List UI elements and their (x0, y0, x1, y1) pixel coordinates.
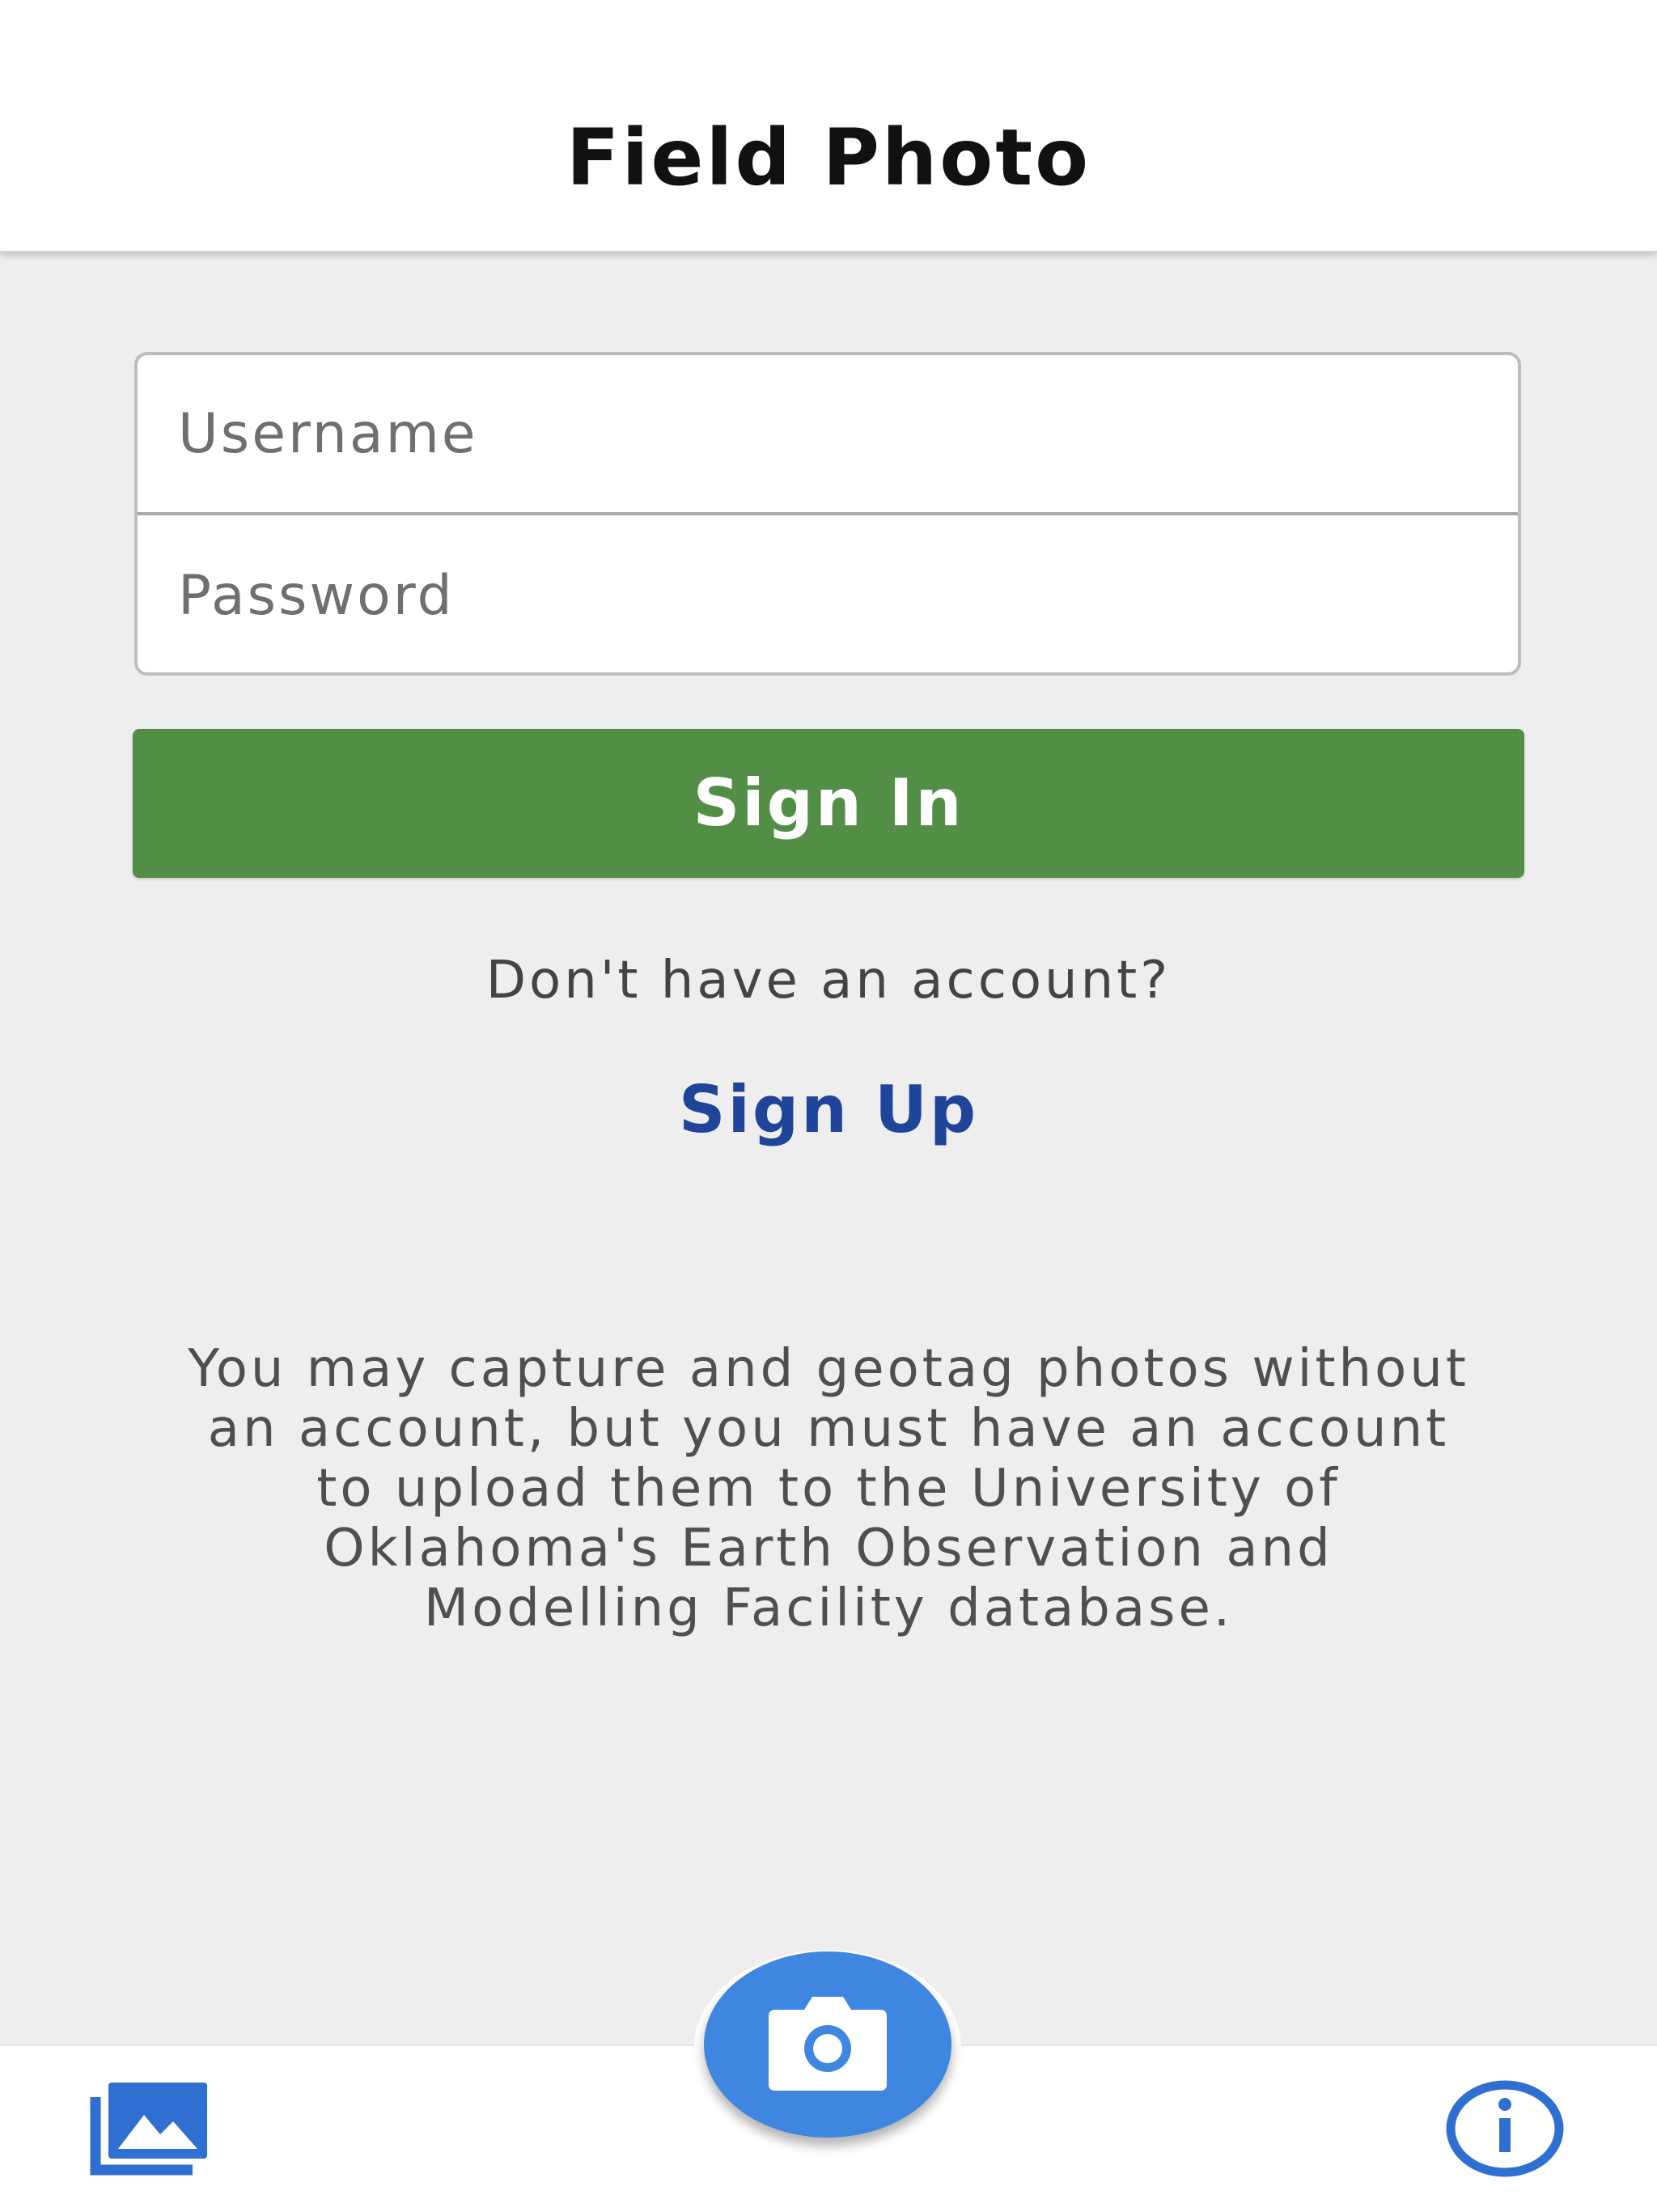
username-input[interactable] (178, 355, 1485, 512)
account-info-text: You may capture and geotag photos withou… (121, 1339, 1536, 1638)
gallery-button[interactable] (89, 2079, 210, 2176)
camera-button[interactable] (704, 1951, 951, 2138)
info-button[interactable] (1444, 2078, 1566, 2180)
photo-library-icon (90, 2083, 207, 2176)
page-title: Field Photo (566, 112, 1091, 203)
no-account-text: Don't have an account? (485, 951, 1172, 1011)
info-line: Oklahoma's Earth Observation and (324, 1519, 1333, 1578)
info-line: You may capture and geotag photos withou… (188, 1339, 1469, 1399)
info-line: Modelling Facility database. (423, 1578, 1234, 1638)
camera-icon (769, 1997, 887, 2091)
info-icon (1446, 2080, 1564, 2177)
password-input[interactable] (178, 515, 1485, 672)
login-form (134, 352, 1521, 676)
sign-in-button[interactable]: Sign In (133, 729, 1524, 878)
app-header: Field Photo (0, 0, 1657, 252)
username-field[interactable] (138, 355, 1518, 515)
password-field[interactable] (138, 515, 1518, 672)
info-line: an account, but you must have an account (207, 1399, 1450, 1459)
info-line: to upload them to the University of (316, 1459, 1341, 1519)
sign-up-link[interactable]: Sign Up (0, 1070, 1657, 1150)
